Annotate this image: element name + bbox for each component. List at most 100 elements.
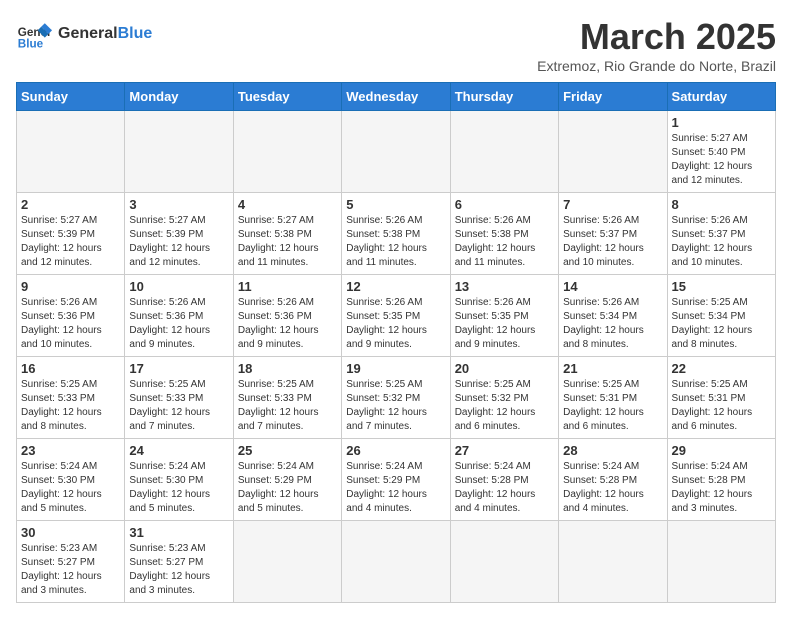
svg-text:Blue: Blue [18,38,44,51]
day-number: 26 [346,443,445,458]
calendar-cell [450,521,558,603]
day-number: 13 [455,279,554,294]
calendar-cell: 18 Sunrise: 5:25 AM Sunset: 5:33 PM Dayli… [233,357,341,439]
weekday-header-saturday: Saturday [667,83,775,111]
calendar-cell: 5 Sunrise: 5:26 AM Sunset: 5:38 PM Daylig… [342,193,450,275]
day-number: 28 [563,443,662,458]
calendar-cell: 27 Sunrise: 5:24 AM Sunset: 5:28 PM Dayli… [450,439,558,521]
day-number: 16 [21,361,120,376]
calendar-cell: 7Sunrise: 5:26 AM Sunset: 5:37 PM Daylig… [559,193,667,275]
day-info: Sunrise: 5:23 AM Sunset: 5:27 PM Dayligh… [21,542,120,598]
calendar-table: SundayMondayTuesdayWednesdayThursdayFrid… [16,82,776,603]
day-number: 15 [672,279,771,294]
day-number: 12 [346,279,445,294]
day-info: Sunrise: 5:26 AM Sunset: 5:37 PM Dayligh… [672,214,771,270]
day-info: Sunrise: 5:24 AM Sunset: 5:28 PM Dayligh… [672,460,771,516]
day-number: 19 [346,361,445,376]
day-info: Sunrise: 5:24 AM Sunset: 5:30 PM Dayligh… [21,460,120,516]
day-info: Sunrise: 5:25 AM Sunset: 5:31 PM Dayligh… [672,378,771,434]
calendar-week-3: 9Sunrise: 5:26 AM Sunset: 5:36 PM Daylig… [17,275,776,357]
calendar-week-4: 16 Sunrise: 5:25 AM Sunset: 5:33 PM Dayli… [17,357,776,439]
title-area: March 2025 Extremoz, Rio Grande do Norte… [537,16,776,74]
day-info: Sunrise: 5:25 AM Sunset: 5:31 PM Dayligh… [563,378,662,434]
calendar-cell: 6 Sunrise: 5:26 AM Sunset: 5:38 PM Daylig… [450,193,558,275]
day-number: 10 [129,279,228,294]
day-info: Sunrise: 5:25 AM Sunset: 5:32 PM Dayligh… [455,378,554,434]
day-info: Sunrise: 5:27 AM Sunset: 5:39 PM Dayligh… [129,214,228,270]
day-number: 29 [672,443,771,458]
day-number: 18 [238,361,337,376]
calendar-cell: 10 Sunrise: 5:26 AM Sunset: 5:36 PM Dayli… [125,275,233,357]
calendar-cell: 21Sunrise: 5:25 AM Sunset: 5:31 PM Dayli… [559,357,667,439]
calendar-cell: 8 Sunrise: 5:26 AM Sunset: 5:37 PM Daylig… [667,193,775,275]
calendar-cell: 9Sunrise: 5:26 AM Sunset: 5:36 PM Daylig… [17,275,125,357]
day-number: 2 [21,197,120,212]
day-info: Sunrise: 5:25 AM Sunset: 5:33 PM Dayligh… [238,378,337,434]
logo-general: General [58,25,118,42]
calendar-cell [559,521,667,603]
day-number: 6 [455,197,554,212]
calendar-cell: 15Sunrise: 5:25 AM Sunset: 5:34 PM Dayli… [667,275,775,357]
calendar-cell: 30Sunrise: 5:23 AM Sunset: 5:27 PM Dayli… [17,521,125,603]
day-number: 14 [563,279,662,294]
day-info: Sunrise: 5:26 AM Sunset: 5:35 PM Dayligh… [455,296,554,352]
calendar-cell: 31 Sunrise: 5:23 AM Sunset: 5:27 PM Dayli… [125,521,233,603]
calendar-week-1: 1 Sunrise: 5:27 AM Sunset: 5:40 PM Daylig… [17,111,776,193]
weekday-header-thursday: Thursday [450,83,558,111]
day-info: Sunrise: 5:24 AM Sunset: 5:29 PM Dayligh… [346,460,445,516]
day-number: 23 [21,443,120,458]
calendar-cell: 1 Sunrise: 5:27 AM Sunset: 5:40 PM Daylig… [667,111,775,193]
day-info: Sunrise: 5:26 AM Sunset: 5:36 PM Dayligh… [129,296,228,352]
day-number: 3 [129,197,228,212]
day-info: Sunrise: 5:27 AM Sunset: 5:38 PM Dayligh… [238,214,337,270]
day-info: Sunrise: 5:26 AM Sunset: 5:37 PM Dayligh… [563,214,662,270]
weekday-header-wednesday: Wednesday [342,83,450,111]
calendar-week-5: 23 Sunrise: 5:24 AM Sunset: 5:30 PM Dayli… [17,439,776,521]
day-info: Sunrise: 5:26 AM Sunset: 5:35 PM Dayligh… [346,296,445,352]
day-info: Sunrise: 5:25 AM Sunset: 5:32 PM Dayligh… [346,378,445,434]
calendar-cell [450,111,558,193]
day-number: 25 [238,443,337,458]
calendar-cell: 16Sunrise: 5:25 AM Sunset: 5:33 PM Dayli… [17,357,125,439]
header: General Blue General Blue March 2025 Extr… [16,16,776,74]
weekday-header-friday: Friday [559,83,667,111]
day-number: 5 [346,197,445,212]
day-info: Sunrise: 5:24 AM Sunset: 5:28 PM Dayligh… [455,460,554,516]
day-info: Sunrise: 5:24 AM Sunset: 5:28 PM Dayligh… [563,460,662,516]
calendar-cell: 11Sunrise: 5:26 AM Sunset: 5:36 PM Dayli… [233,275,341,357]
weekday-header-sunday: Sunday [17,83,125,111]
calendar-cell: 2 Sunrise: 5:27 AM Sunset: 5:39 PM Daylig… [17,193,125,275]
logo: General Blue General Blue [16,16,152,52]
calendar-cell: 24Sunrise: 5:24 AM Sunset: 5:30 PM Dayli… [125,439,233,521]
calendar-week-2: 2 Sunrise: 5:27 AM Sunset: 5:39 PM Daylig… [17,193,776,275]
day-number: 1 [672,115,771,130]
calendar-header: SundayMondayTuesdayWednesdayThursdayFrid… [17,83,776,111]
calendar-cell: 29 Sunrise: 5:24 AM Sunset: 5:28 PM Dayli… [667,439,775,521]
calendar-cell: 12 Sunrise: 5:26 AM Sunset: 5:35 PM Dayli… [342,275,450,357]
calendar-cell [559,111,667,193]
day-number: 4 [238,197,337,212]
calendar-cell [342,111,450,193]
day-info: Sunrise: 5:24 AM Sunset: 5:29 PM Dayligh… [238,460,337,516]
calendar-cell: 4 Sunrise: 5:27 AM Sunset: 5:38 PM Daylig… [233,193,341,275]
calendar-cell: 22Sunrise: 5:25 AM Sunset: 5:31 PM Dayli… [667,357,775,439]
logo-icon: General Blue [16,16,52,52]
day-number: 17 [129,361,228,376]
day-number: 31 [129,525,228,540]
day-number: 27 [455,443,554,458]
day-info: Sunrise: 5:26 AM Sunset: 5:34 PM Dayligh… [563,296,662,352]
calendar-title: March 2025 [537,16,776,58]
calendar-cell: 13 Sunrise: 5:26 AM Sunset: 5:35 PM Dayli… [450,275,558,357]
day-info: Sunrise: 5:26 AM Sunset: 5:38 PM Dayligh… [346,214,445,270]
day-number: 8 [672,197,771,212]
calendar-cell: 25 Sunrise: 5:24 AM Sunset: 5:29 PM Dayli… [233,439,341,521]
day-info: Sunrise: 5:26 AM Sunset: 5:36 PM Dayligh… [238,296,337,352]
day-info: Sunrise: 5:27 AM Sunset: 5:39 PM Dayligh… [21,214,120,270]
calendar-subtitle: Extremoz, Rio Grande do Norte, Brazil [537,58,776,74]
day-info: Sunrise: 5:25 AM Sunset: 5:33 PM Dayligh… [129,378,228,434]
calendar-cell [233,111,341,193]
calendar-cell [125,111,233,193]
day-info: Sunrise: 5:26 AM Sunset: 5:38 PM Dayligh… [455,214,554,270]
day-info: Sunrise: 5:23 AM Sunset: 5:27 PM Dayligh… [129,542,228,598]
day-info: Sunrise: 5:27 AM Sunset: 5:40 PM Dayligh… [672,132,771,188]
